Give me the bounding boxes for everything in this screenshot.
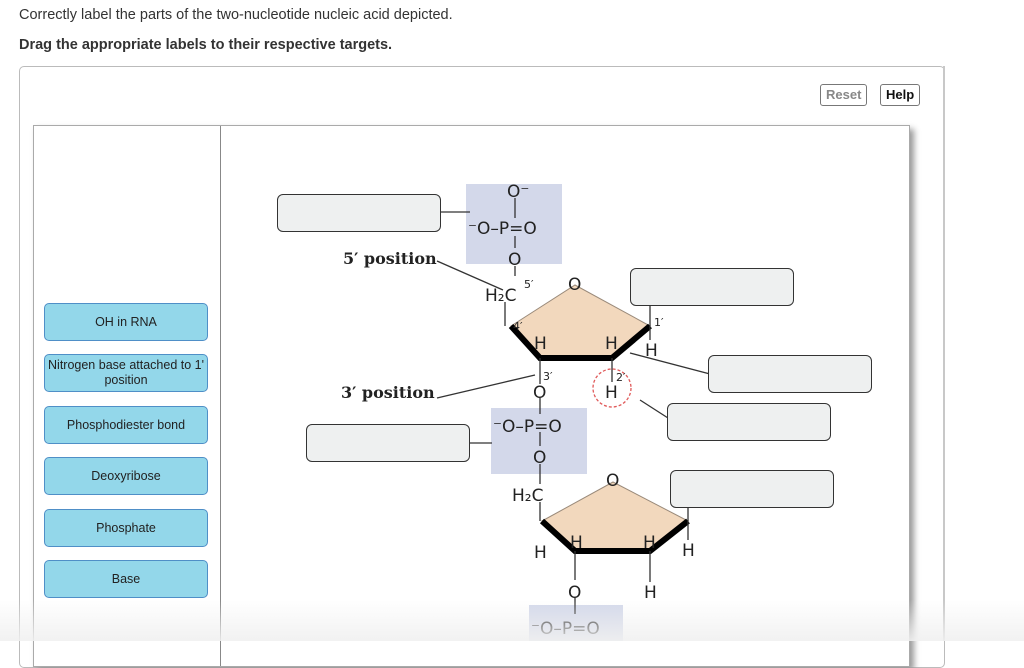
carbon-5-label: 5′ [524, 278, 534, 291]
atom-phosphate-line: ⁻O–P=O [531, 619, 600, 639]
carbon-2-label: 2′ [616, 371, 626, 384]
atom-o: O [533, 383, 546, 403]
atom-h: H [645, 341, 658, 361]
drop-target[interactable] [277, 194, 441, 232]
carbon-1-label: 1′ [654, 316, 664, 329]
atom-h: H [682, 541, 695, 561]
drop-target[interactable] [670, 470, 834, 508]
drop-target[interactable] [708, 355, 872, 393]
nucleotide-diagram: O⁻ ⁻O–P=O O H₂C O H H H O H ⁻O–P=O O H₂C… [341, 182, 711, 641]
three-prime-position-label: 3′ position [341, 383, 435, 402]
atom-o: O [568, 583, 581, 603]
atom-h: H [570, 533, 583, 553]
atom-phosphate-line: ⁻O–P=O [493, 417, 562, 437]
drop-target[interactable] [667, 403, 831, 441]
atom-h: H [605, 383, 618, 403]
atom-o: O [606, 471, 619, 491]
carbon-3-label: 3′ [543, 370, 553, 383]
atom-h2c: H₂C [512, 486, 543, 506]
atom-o-minus: O⁻ [507, 182, 529, 202]
atom-h: H [643, 533, 656, 553]
atom-h2c: H₂C [485, 286, 516, 306]
atom-o: O [568, 275, 581, 295]
drop-target[interactable] [630, 268, 794, 306]
atom-h: H [534, 543, 547, 563]
five-prime-position-label: 5′ position [343, 249, 437, 268]
drop-target[interactable] [306, 424, 470, 462]
atom-h: H [605, 334, 618, 354]
atom-h: H [534, 334, 547, 354]
atom-phosphate-line: ⁻O–P=O [468, 219, 537, 239]
carbon-4-label: 4′ [513, 320, 523, 333]
atom-h: H [644, 583, 657, 603]
atom-o: O [533, 448, 546, 468]
atom-o: O [508, 250, 521, 270]
